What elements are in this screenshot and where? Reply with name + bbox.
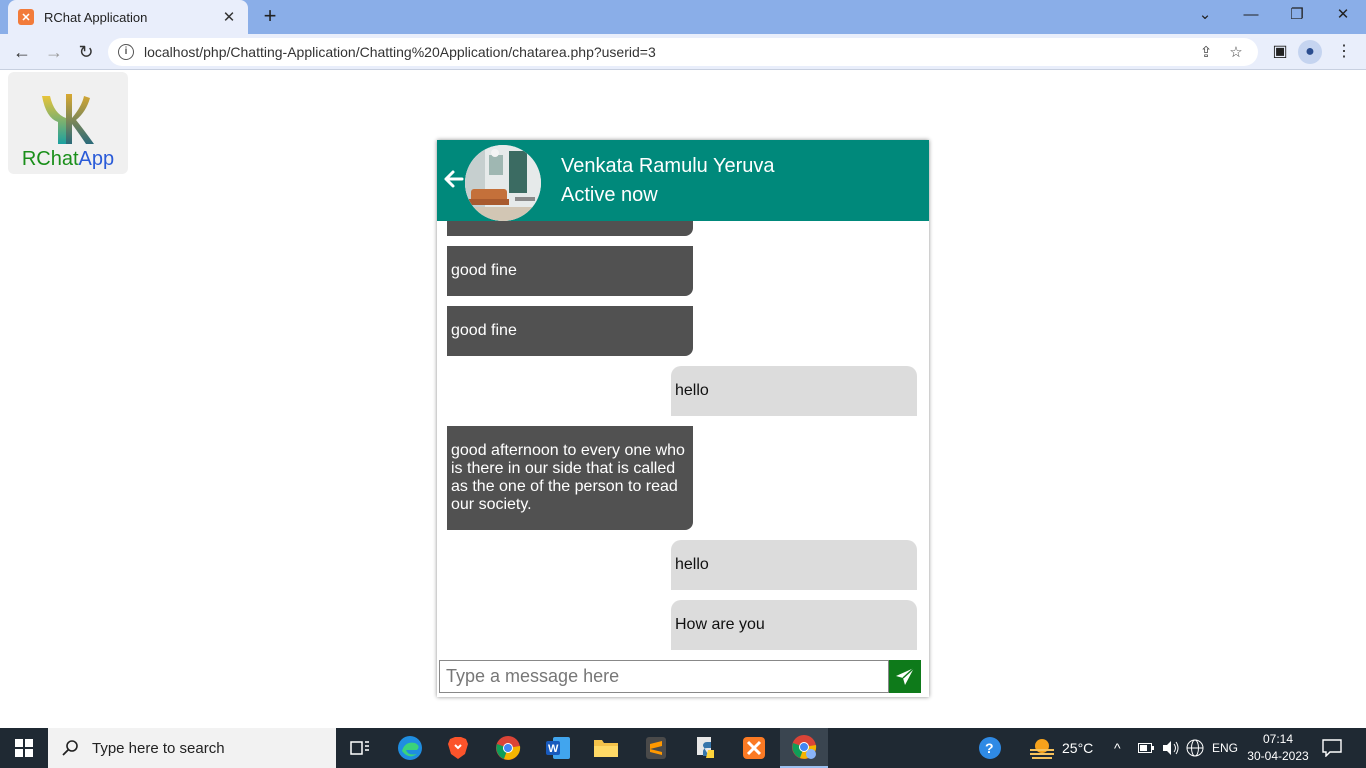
- search-placeholder: Type here to search: [92, 739, 225, 757]
- browser-tab[interactable]: ✕ RChat Application ✕: [8, 0, 248, 34]
- site-info-icon[interactable]: i: [118, 44, 134, 60]
- network-globe-icon[interactable]: [1186, 728, 1204, 768]
- new-tab-button[interactable]: +: [258, 5, 282, 29]
- edge-browser-icon[interactable]: [386, 728, 434, 768]
- logo-text-rchat: RChat: [21, 148, 79, 170]
- contact-name: Venkata Ramulu Yeruva: [561, 155, 775, 177]
- message-composer: [439, 660, 927, 695]
- clock[interactable]: 07:14 30-04-2023: [1246, 731, 1310, 765]
- chrome-profile-active-icon[interactable]: [780, 728, 828, 768]
- address-bar[interactable]: i localhost/php/Chatting-Application/Cha…: [108, 38, 1258, 66]
- battery-icon[interactable]: [1138, 728, 1154, 768]
- help-icon[interactable]: ?: [978, 728, 1002, 768]
- xampp-control-icon[interactable]: [730, 728, 778, 768]
- brave-browser-icon[interactable]: [434, 728, 482, 768]
- paper-plane-icon: [896, 666, 915, 685]
- message-incoming: good fine: [447, 306, 693, 356]
- windows-start-button[interactable]: [0, 728, 48, 768]
- share-icon[interactable]: ⇪: [1194, 43, 1218, 61]
- message-incoming: good afternoon to every one who is there…: [447, 426, 693, 530]
- taskbar-search-box[interactable]: Type here to search: [48, 728, 336, 768]
- chat-header: Venkata Ramulu Yeruva Active now: [437, 140, 929, 221]
- notifications-icon[interactable]: [1322, 728, 1342, 768]
- xampp-icon: ✕: [18, 9, 34, 25]
- message-outgoing: hello: [671, 366, 917, 416]
- url-text[interactable]: localhost/php/Chatting-Application/Chatt…: [144, 44, 1188, 60]
- message-input[interactable]: [439, 660, 889, 693]
- sublime-text-icon[interactable]: [632, 728, 680, 768]
- app-logo[interactable]: RChatApp: [8, 72, 128, 174]
- avatar-image: [465, 145, 541, 221]
- contact-status: Active now: [561, 184, 658, 206]
- tab-search-icon[interactable]: ⌄: [1182, 0, 1228, 30]
- minimize-button[interactable]: —: [1228, 0, 1274, 30]
- chat-window: Venkata Ramulu Yeruva Active now good fi…: [437, 140, 929, 697]
- side-panel-icon[interactable]: ▣: [1266, 38, 1294, 66]
- message-incoming: [447, 221, 693, 236]
- windows-logo-icon: [15, 739, 33, 757]
- show-hidden-icons[interactable]: ^: [1114, 728, 1121, 768]
- svg-text:?: ?: [985, 740, 994, 756]
- weather-sun-haze-icon: [1030, 739, 1054, 759]
- python-idle-icon[interactable]: [682, 728, 730, 768]
- back-arrow-icon[interactable]: [443, 168, 465, 190]
- forward-button[interactable]: →: [40, 38, 68, 66]
- weather-widget[interactable]: 25°C: [1028, 728, 1093, 768]
- weather-temperature: 25°C: [1062, 740, 1094, 756]
- tab-title: RChat Application: [44, 9, 148, 25]
- volume-icon[interactable]: [1162, 728, 1180, 768]
- back-button[interactable]: ←: [8, 38, 36, 66]
- search-icon: [62, 740, 78, 756]
- chrome-browser-icon[interactable]: [484, 728, 532, 768]
- restore-button[interactable]: ❐: [1274, 0, 1320, 30]
- send-button[interactable]: [889, 660, 921, 693]
- message-list[interactable]: good fine good fine hello good afternoon…: [437, 221, 929, 655]
- close-tab-icon[interactable]: ✕: [220, 8, 238, 26]
- browser-toolbar: ← → ↻ i localhost/php/Chatting-Applicati…: [0, 34, 1366, 70]
- taskbar: Type here to search W ? 25°C ^ ENG 07:14…: [0, 728, 1366, 768]
- message-incoming: good fine: [447, 246, 693, 296]
- contact-avatar: [465, 145, 541, 221]
- bookmark-star-icon[interactable]: ☆: [1224, 43, 1248, 61]
- reload-button[interactable]: ↻: [72, 38, 100, 66]
- profile-avatar-icon[interactable]: ●: [1298, 40, 1322, 64]
- svg-text:W: W: [548, 743, 559, 755]
- language-indicator[interactable]: ENG: [1212, 728, 1238, 768]
- message-outgoing: hello: [671, 540, 917, 590]
- logo-text-app: App: [78, 148, 115, 170]
- close-window-button[interactable]: ✕: [1320, 0, 1366, 30]
- file-explorer-icon[interactable]: [582, 728, 630, 768]
- clock-date: 30-04-2023: [1247, 749, 1309, 763]
- task-view-icon[interactable]: [336, 728, 384, 768]
- menu-kebab-icon[interactable]: ⋮: [1330, 38, 1358, 66]
- word-icon[interactable]: W: [534, 728, 582, 768]
- clock-time: 07:14: [1262, 732, 1294, 746]
- logo-text: RChatApp: [8, 148, 128, 171]
- browser-tab-bar: ✕ RChat Application ✕ + ⌄ — ❐ ✕: [0, 0, 1366, 34]
- logo-mark-icon: [42, 94, 94, 144]
- message-outgoing: How are you: [671, 600, 917, 650]
